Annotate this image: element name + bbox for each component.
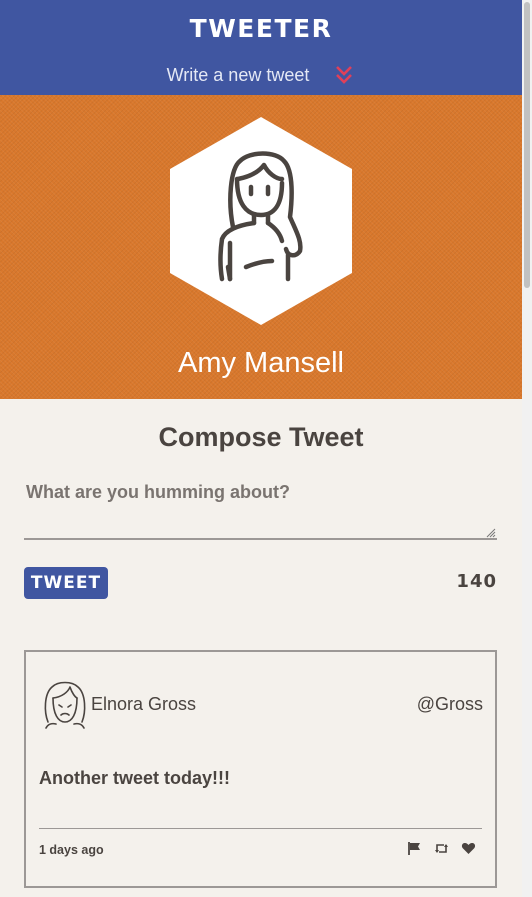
tweet-card: Elnora Gross @Gross Another tweet today!…: [24, 650, 497, 888]
resize-grip-icon[interactable]: [486, 528, 496, 538]
write-tweet-toggle[interactable]: Write a new tweet: [0, 62, 522, 88]
profile-name: Amy Mansell: [178, 347, 344, 379]
profile-header: Amy Mansell: [0, 95, 522, 399]
scrollbar-thumb[interactable]: [524, 2, 530, 288]
flag-icon[interactable]: [407, 841, 422, 856]
tweet-author-name: Elnora Gross: [91, 694, 197, 714]
write-tweet-label[interactable]: Write a new tweet: [167, 65, 310, 86]
girl-avatar-icon: [44, 681, 86, 729]
retweet-icon[interactable]: [434, 841, 449, 856]
tweet-footer: 1 days ago: [39, 828, 482, 868]
char-counter: 140: [456, 571, 497, 592]
tweet-textarea[interactable]: [24, 474, 497, 540]
tweet-timestamp: 1 days ago: [39, 843, 104, 857]
page: TWEETER Write a new tweet Amy Mansell Co…: [0, 0, 532, 897]
tweet-actions: [407, 841, 476, 856]
top-nav: TWEETER Write a new tweet: [0, 0, 532, 95]
tweet-content: Another tweet today!!!: [39, 768, 230, 788]
brand-logo[interactable]: TWEETER: [0, 14, 522, 43]
double-chevron-down-icon[interactable]: [333, 64, 355, 86]
profile-avatar: [170, 117, 352, 325]
heart-icon[interactable]: [461, 841, 476, 856]
compose-title: Compose Tweet: [158, 422, 364, 452]
page-scrollbar[interactable]: [522, 0, 532, 897]
tweet-button[interactable]: TWEET: [24, 567, 108, 599]
tweet-author-handle: @Gross: [416, 694, 483, 714]
